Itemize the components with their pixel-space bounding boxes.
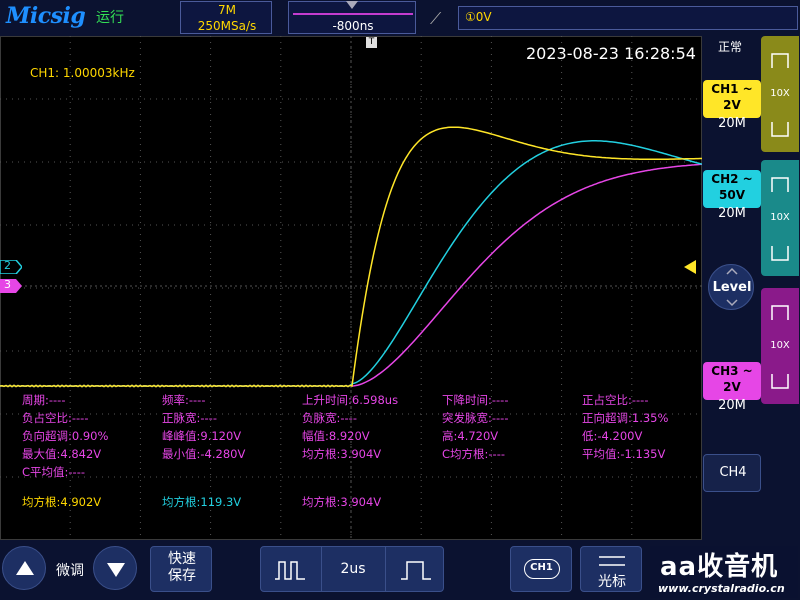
measurement-panel[interactable]: 周期:---- 频率:---- 上升时间:6.598us 下降时间:---- 正占空比:… — [0, 388, 702, 510]
measurement-item: 幅值:8.920V — [302, 429, 370, 443]
quick-save-label: 快速 保存 — [168, 551, 196, 584]
divider — [385, 547, 386, 591]
measurement-item: 上升时间:6.598us — [302, 393, 399, 407]
measurement-item: 正向超调:1.35% — [582, 411, 669, 425]
chevron-up-icon — [726, 267, 738, 275]
ch2-probe: 10X — [770, 212, 790, 223]
memory-depth: 7M — [218, 3, 236, 17]
cursor-icon — [599, 556, 625, 566]
ch1-coupling-tab[interactable]: 10X — [761, 36, 799, 152]
measurement-item: C平均值:---- — [22, 465, 86, 479]
ch2-bandwidth: 20M — [718, 206, 746, 221]
ch1-probe: 10X — [770, 88, 790, 99]
ch2-offset-marker[interactable]: 2 — [0, 259, 23, 275]
measurement-item: 频率:---- — [162, 393, 206, 407]
ch1-bandwidth: 20M — [718, 116, 746, 131]
top-status-bar: Micsig 运行 7M 250MSa/s -800ns ⟋ ①0V — [0, 0, 800, 36]
time-offset: -800ns — [332, 19, 374, 33]
trigger-time-marker-icon[interactable]: T — [366, 37, 377, 48]
level-label: Level — [712, 280, 752, 295]
ch2-rms: 均方根:119.3V — [162, 495, 242, 509]
trigger-level-arrow-icon[interactable] — [684, 259, 700, 278]
brand-logo: Micsig — [6, 3, 86, 29]
measurement-item: 突发脉宽:---- — [442, 411, 509, 425]
measurement-item: 负向超调:0.90% — [22, 429, 109, 443]
datetime: 2023-08-23 16:28:54 — [526, 44, 696, 63]
ch3-probe: 10X — [770, 340, 790, 351]
dc-coupling-icon — [771, 305, 789, 320]
ch2-name: CH2 ~ — [711, 172, 753, 186]
fine-up-button[interactable] — [2, 546, 46, 590]
trigger-level: ①0V — [465, 10, 492, 24]
timebase-wide-icon[interactable] — [399, 559, 433, 581]
ch3-coupling-tab[interactable]: 10X — [761, 288, 799, 404]
ch3-offset-marker[interactable]: 3 — [0, 278, 22, 293]
ch2-marker-label: 2 — [4, 259, 11, 272]
fine-adjust-label: 微调 — [56, 563, 84, 579]
measurement-item: 正占空比:---- — [582, 393, 649, 407]
ch4-name: CH4 — [719, 465, 747, 480]
trigger-edge-icon[interactable]: ⟋ — [430, 9, 441, 29]
ch1-toggle-icon: CH1 — [524, 559, 560, 579]
ch3-button[interactable]: CH3 ~ 2V — [703, 362, 761, 400]
measurement-item: 正脉宽:---- — [162, 411, 217, 425]
cursor-label: 光标 — [598, 574, 626, 590]
ch3-marker-label: 3 — [4, 278, 11, 291]
acquisition-settings-button[interactable]: 7M 250MSa/s — [180, 1, 272, 34]
dc-coupling-icon — [771, 177, 789, 192]
ch3-rms: 均方根:3.904V — [302, 495, 382, 509]
memory-position-bar — [293, 13, 413, 15]
timebase-control[interactable]: 2us — [260, 546, 444, 592]
measurement-item: 平均值:-1.135V — [582, 447, 666, 461]
measurement-item: 高:4.720V — [442, 429, 499, 443]
level-knob[interactable]: Level — [708, 264, 754, 310]
run-stop-button[interactable]: 运行 — [96, 7, 124, 27]
chevron-down-icon — [726, 299, 738, 307]
ch1-name: CH1 ~ — [711, 82, 753, 96]
trigger-mode[interactable]: 正常 — [718, 38, 742, 55]
channel-select-button[interactable]: CH1 — [510, 546, 572, 592]
ch3-scale: 2V — [723, 380, 741, 394]
timebase-value: 2us — [340, 561, 366, 577]
measurement-item: 低:-4.200V — [582, 429, 643, 443]
watermark: aa收音机 www.crystalradio.cn — [650, 546, 798, 598]
fine-down-button[interactable] — [93, 546, 137, 590]
measurement-item: C均方根:---- — [442, 447, 506, 461]
ac-coupling-icon — [771, 246, 789, 261]
watermark-text: aa收音机 — [660, 552, 779, 582]
ch4-button[interactable]: CH4 — [703, 454, 761, 492]
measurement-item: 最小值:-4.280V — [162, 447, 246, 461]
horizontal-position-button[interactable]: -800ns — [288, 1, 416, 34]
measurement-item: 最大值:4.842V — [22, 447, 102, 461]
measurement-item: 负脉宽:---- — [302, 411, 357, 425]
measurement-item: 周期:---- — [22, 393, 66, 407]
measurement-item: 均方根:3.904V — [302, 447, 382, 461]
trigger-settings-button[interactable]: ①0V — [458, 6, 798, 30]
dc-coupling-icon — [771, 53, 789, 68]
sample-rate: 250MSa/s — [197, 19, 257, 33]
ch2-scale: 50V — [719, 188, 745, 202]
ch1-button[interactable]: CH1 ~ 2V — [703, 80, 761, 118]
ch3-bandwidth: 20M — [718, 398, 746, 413]
quick-save-button[interactable]: 快速 保存 — [150, 546, 212, 592]
ch2-button[interactable]: CH2 ~ 50V — [703, 170, 761, 208]
ac-coupling-icon — [771, 122, 789, 137]
ch1-rms: 均方根:4.902V — [22, 495, 102, 509]
arrow-down-icon — [107, 563, 125, 577]
cursor-button[interactable]: 光标 — [580, 546, 642, 592]
trigger-position-marker-icon — [346, 1, 358, 9]
ch2-coupling-tab[interactable]: 10X — [761, 160, 799, 276]
measurement-item: 负占空比:---- — [22, 411, 89, 425]
measurement-item: 峰峰值:9.120V — [162, 429, 242, 443]
ch1-frequency-counter: CH1: 1.00003kHz — [30, 66, 135, 80]
timebase-narrow-icon[interactable] — [273, 559, 307, 581]
ch1-scale: 2V — [723, 98, 741, 112]
ac-coupling-icon — [771, 374, 789, 389]
watermark-url: www.crystalradio.cn — [658, 582, 785, 595]
ch3-name: CH3 ~ — [711, 364, 753, 378]
measurement-item: 下降时间:---- — [442, 393, 509, 407]
arrow-up-icon — [16, 561, 34, 575]
